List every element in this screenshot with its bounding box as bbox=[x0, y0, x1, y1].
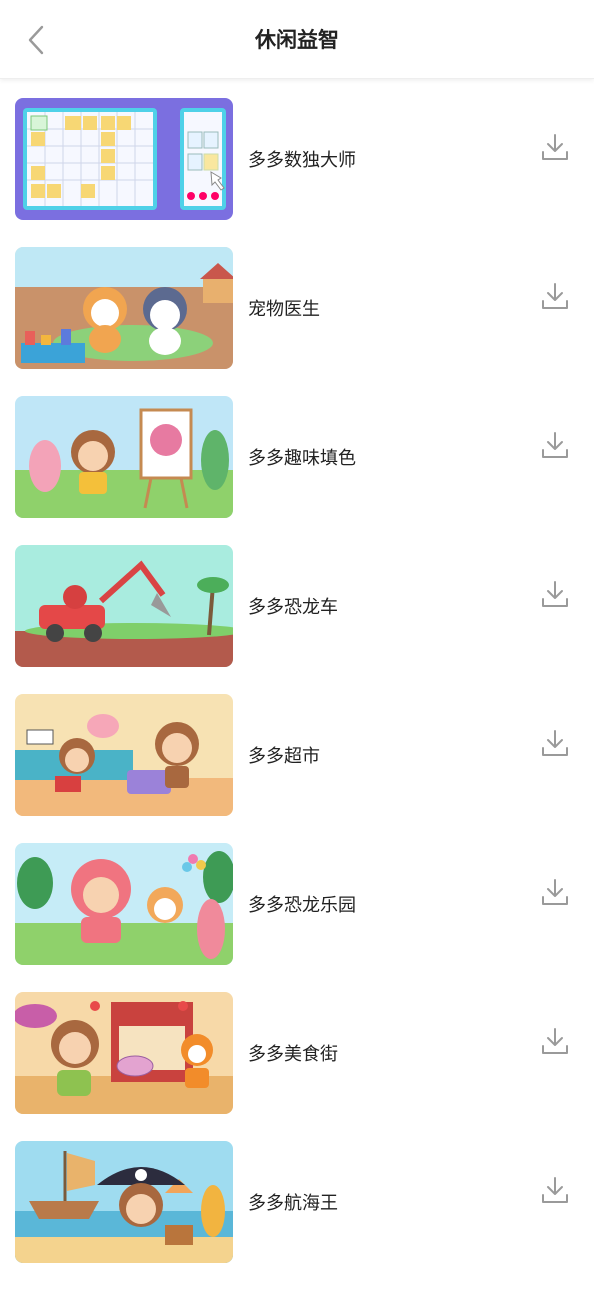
list-item[interactable]: 多多恐龙车 bbox=[0, 545, 594, 694]
download-icon bbox=[542, 283, 568, 309]
game-thumbnail[interactable] bbox=[15, 694, 233, 816]
page-title: 休闲益智 bbox=[255, 28, 339, 52]
game-list: 多多数独大师 宠物医生 多多趣味填色 多多恐龙车 多多超市 多多恐龙乐园 多多美… bbox=[0, 79, 594, 1290]
list-item[interactable]: 多多美食街 bbox=[0, 992, 594, 1141]
dino-park-thumbnail-image bbox=[15, 843, 233, 965]
game-title[interactable]: 多多趣味填色 bbox=[248, 444, 356, 470]
download-button[interactable] bbox=[540, 132, 570, 162]
pet-doctor-thumbnail-image bbox=[15, 247, 233, 369]
game-thumbnail[interactable] bbox=[15, 1141, 233, 1263]
download-button[interactable] bbox=[540, 430, 570, 460]
download-button[interactable] bbox=[540, 281, 570, 311]
list-item[interactable]: 多多航海王 bbox=[0, 1141, 594, 1290]
game-title[interactable]: 多多恐龙车 bbox=[248, 593, 338, 619]
game-thumbnail[interactable] bbox=[15, 545, 233, 667]
game-title[interactable]: 宠物医生 bbox=[248, 295, 320, 321]
list-item[interactable]: 多多数独大师 bbox=[0, 98, 594, 247]
download-icon bbox=[542, 432, 568, 458]
download-button[interactable] bbox=[540, 1175, 570, 1205]
download-icon bbox=[542, 879, 568, 905]
download-icon bbox=[542, 730, 568, 756]
game-title[interactable]: 多多美食街 bbox=[248, 1040, 338, 1066]
game-title[interactable]: 多多航海王 bbox=[248, 1189, 338, 1215]
pirate-thumbnail-image bbox=[15, 1141, 233, 1263]
game-title[interactable]: 多多数独大师 bbox=[248, 146, 356, 172]
food-street-thumbnail-image bbox=[15, 992, 233, 1114]
game-thumbnail[interactable] bbox=[15, 396, 233, 518]
coloring-thumbnail-image bbox=[15, 396, 233, 518]
list-item[interactable]: 多多恐龙乐园 bbox=[0, 843, 594, 992]
game-thumbnail[interactable] bbox=[15, 992, 233, 1114]
dino-car-thumbnail-image bbox=[15, 545, 233, 667]
download-button[interactable] bbox=[540, 579, 570, 609]
list-item[interactable]: 宠物医生 bbox=[0, 247, 594, 396]
list-item[interactable]: 多多超市 bbox=[0, 694, 594, 843]
download-button[interactable] bbox=[540, 728, 570, 758]
game-thumbnail[interactable] bbox=[15, 843, 233, 965]
download-button[interactable] bbox=[540, 877, 570, 907]
sudoku-thumbnail-image bbox=[15, 98, 233, 220]
download-icon bbox=[542, 1177, 568, 1203]
list-item[interactable]: 多多趣味填色 bbox=[0, 396, 594, 545]
download-icon bbox=[542, 581, 568, 607]
download-icon bbox=[542, 1028, 568, 1054]
supermarket-thumbnail-image bbox=[15, 694, 233, 816]
game-title[interactable]: 多多恐龙乐园 bbox=[248, 891, 356, 917]
download-icon bbox=[542, 134, 568, 160]
game-title[interactable]: 多多超市 bbox=[248, 742, 320, 768]
download-button[interactable] bbox=[540, 1026, 570, 1056]
game-thumbnail[interactable] bbox=[15, 247, 233, 369]
top-bar: 休闲益智 bbox=[0, 0, 594, 79]
game-thumbnail[interactable] bbox=[15, 98, 233, 220]
